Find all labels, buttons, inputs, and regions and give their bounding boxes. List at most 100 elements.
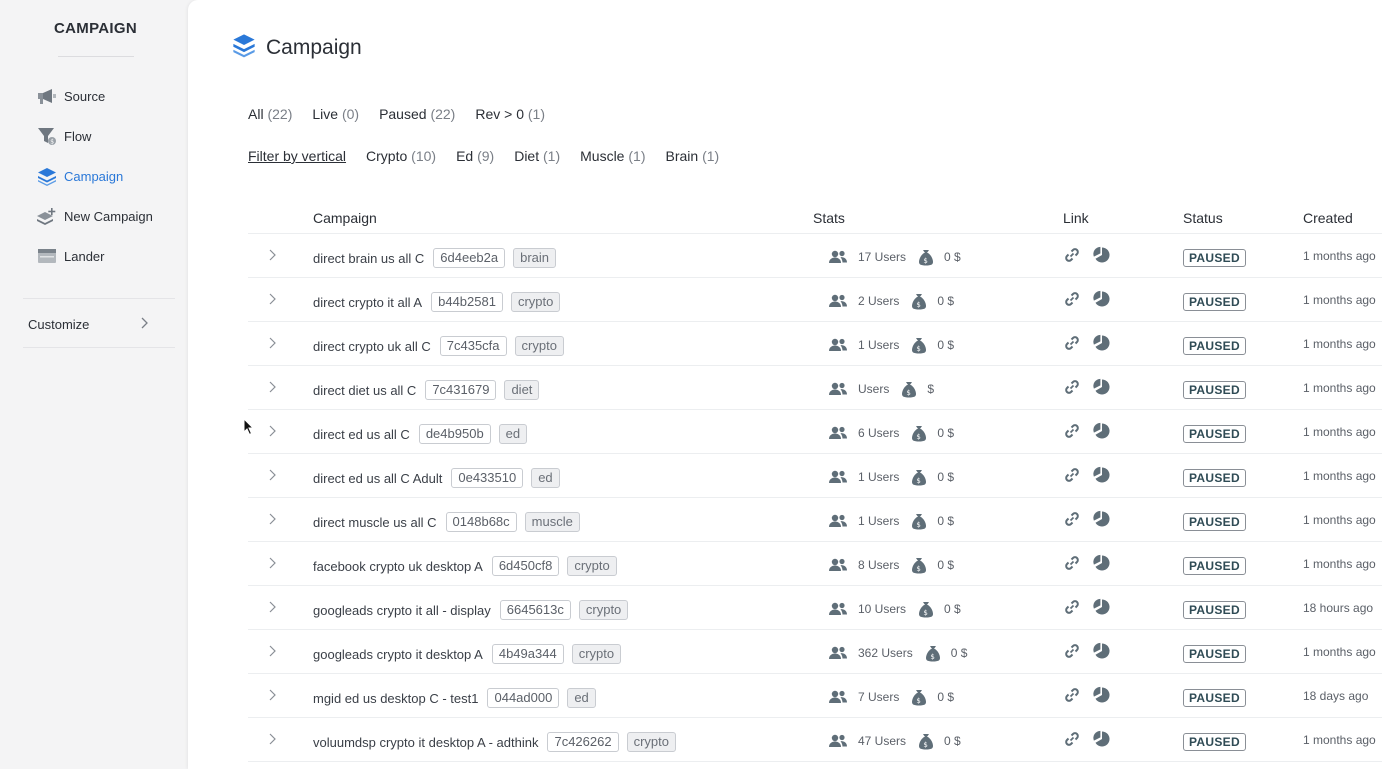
pie-chart-icon[interactable] xyxy=(1093,466,1111,484)
table-row[interactable]: googleads crypto it desktop A 4b49a344 cry… xyxy=(248,630,1382,674)
column-header-stats[interactable]: Stats xyxy=(813,210,845,226)
pie-chart-icon[interactable] xyxy=(1093,554,1111,572)
sidebar-item-lander[interactable]: Lander xyxy=(37,244,104,268)
link-icon[interactable] xyxy=(1063,246,1081,264)
campaign-name[interactable]: mgid ed us desktop C - test1 xyxy=(313,691,478,706)
table-row[interactable]: direct ed us all C Adult 0e433510 ed 1 User… xyxy=(248,454,1382,498)
pie-chart-icon[interactable] xyxy=(1093,378,1111,396)
layers-icon xyxy=(232,32,256,63)
pie-chart-icon[interactable] xyxy=(1093,422,1111,440)
pie-chart-icon[interactable] xyxy=(1093,642,1111,660)
pie-chart-icon[interactable] xyxy=(1093,598,1111,616)
filter-ed[interactable]: Ed (9) xyxy=(456,148,494,164)
users-icon xyxy=(828,382,848,396)
chevron-right-icon[interactable] xyxy=(266,688,278,702)
link-icon[interactable] xyxy=(1063,598,1081,616)
pie-chart-icon[interactable] xyxy=(1093,290,1111,308)
campaign-name[interactable]: direct muscle us all C xyxy=(313,515,437,530)
chevron-right-icon[interactable] xyxy=(266,644,278,658)
chevron-right-icon[interactable] xyxy=(266,380,278,394)
campaign-name[interactable]: direct brain us all C xyxy=(313,251,424,266)
pie-chart-icon[interactable] xyxy=(1093,334,1111,352)
filter-diet[interactable]: Diet (1) xyxy=(514,148,560,164)
sidebar-item-flow[interactable]: $ Flow xyxy=(37,124,91,148)
campaign-name[interactable]: direct ed us all C xyxy=(313,427,410,442)
link-icon[interactable] xyxy=(1063,554,1081,572)
table-row[interactable]: direct crypto uk all C 7c435cfa crypto 1 Us… xyxy=(248,322,1382,366)
table-row[interactable]: direct ed us all C de4b950b ed 6 Users $0 $ P… xyxy=(248,410,1382,454)
stats-cell: 1 Users $0 $ xyxy=(828,468,966,486)
chevron-right-icon[interactable] xyxy=(266,292,278,306)
table-row[interactable]: direct diet us all C 7c431679 diet Users $ $ P… xyxy=(248,366,1382,410)
sidebar-divider xyxy=(23,347,175,348)
column-header-status[interactable]: Status xyxy=(1183,210,1223,226)
sidebar-item-label: New Campaign xyxy=(64,208,153,224)
revenue-value: 0 $ xyxy=(944,250,961,264)
campaign-name[interactable]: googleads crypto it desktop A xyxy=(313,647,483,662)
table-row[interactable]: mgid ed us desktop C - test1 044ad000 ed 7 … xyxy=(248,674,1382,718)
filter-count: (1) xyxy=(543,148,561,164)
window-icon xyxy=(37,246,57,266)
filter-label: Ed xyxy=(456,148,474,164)
users-icon xyxy=(828,338,848,352)
pie-chart-icon[interactable] xyxy=(1093,510,1111,528)
column-header-campaign[interactable]: Campaign xyxy=(313,210,377,226)
link-icon[interactable] xyxy=(1063,686,1081,704)
pie-chart-icon[interactable] xyxy=(1093,730,1111,748)
stats-cell: 10 Users $0 $ xyxy=(828,600,973,618)
pie-chart-icon[interactable] xyxy=(1093,246,1111,264)
link-icon[interactable] xyxy=(1063,466,1081,484)
revenue-value: 0 $ xyxy=(944,602,961,616)
column-header-created[interactable]: Created xyxy=(1303,210,1353,226)
status-badge: PAUSED xyxy=(1183,469,1246,487)
tab-rev[interactable]: Rev > 0 (1) xyxy=(475,106,545,122)
campaign-name[interactable]: voluumdsp crypto it desktop A - adthink xyxy=(313,735,538,750)
chevron-right-icon[interactable] xyxy=(266,336,278,350)
chevron-right-icon[interactable] xyxy=(266,556,278,570)
chevron-right-icon[interactable] xyxy=(266,424,278,438)
link-icon[interactable] xyxy=(1063,422,1081,440)
chevron-right-icon[interactable] xyxy=(266,468,278,482)
column-header-link[interactable]: Link xyxy=(1063,210,1089,226)
filter-crypto[interactable]: Crypto (10) xyxy=(366,148,436,164)
link-icon[interactable] xyxy=(1063,642,1081,660)
campaign-name[interactable]: direct ed us all C Adult xyxy=(313,471,442,486)
campaign-hash: 7c431679 xyxy=(425,380,497,400)
campaign-hash: 7c435cfa xyxy=(439,336,507,356)
tab-live[interactable]: Live (0) xyxy=(312,106,359,122)
link-icon[interactable] xyxy=(1063,378,1081,396)
chevron-right-icon[interactable] xyxy=(266,732,278,746)
tab-label: All xyxy=(248,106,264,122)
chevron-right-icon[interactable] xyxy=(266,512,278,526)
sidebar-item-campaign[interactable]: Campaign xyxy=(37,164,123,188)
sidebar-item-new-campaign[interactable]: New Campaign xyxy=(37,204,153,228)
chevron-right-icon[interactable] xyxy=(266,248,278,262)
pie-chart-icon[interactable] xyxy=(1093,686,1111,704)
tab-all[interactable]: All (22) xyxy=(248,106,292,122)
campaign-name[interactable]: direct diet us all C xyxy=(313,383,416,398)
table-row[interactable]: googleads crypto it all - display 6645613… xyxy=(248,586,1382,630)
sidebar-item-source[interactable]: Source xyxy=(37,84,105,108)
table-row[interactable]: direct brain us all C 6d4eeb2a brain 17 Use… xyxy=(248,234,1382,278)
campaign-name[interactable]: direct crypto uk all C xyxy=(313,339,431,354)
table-row[interactable]: direct crypto it all A b44b2581 crypto 2 Us… xyxy=(248,278,1382,322)
table-row[interactable]: direct muscle us all C 0148b68c muscle 1 Us… xyxy=(248,498,1382,542)
filter-brain[interactable]: Brain (1) xyxy=(666,148,720,164)
table-row[interactable]: voluumdsp crypto it desktop A - adthink 7… xyxy=(248,718,1382,762)
link-icon[interactable] xyxy=(1063,510,1081,528)
link-icon[interactable] xyxy=(1063,290,1081,308)
customize-menu[interactable]: Customize xyxy=(28,314,148,334)
table-row[interactable]: facebook crypto uk desktop A 6d450cf8 cryp… xyxy=(248,542,1382,586)
campaign-name[interactable]: googleads crypto it all - display xyxy=(313,603,491,618)
app-root: CAMPAIGN Source $ Flow Campaign New Camp… xyxy=(0,0,1382,769)
tab-paused[interactable]: Paused (22) xyxy=(379,106,455,122)
campaign-name[interactable]: direct crypto it all A xyxy=(313,295,422,310)
stats-cell: 17 Users $0 $ xyxy=(828,248,973,266)
status-badge: PAUSED xyxy=(1183,425,1246,443)
link-icon[interactable] xyxy=(1063,730,1081,748)
filter-by-vertical-link[interactable]: Filter by vertical xyxy=(248,148,346,164)
chevron-right-icon[interactable] xyxy=(266,600,278,614)
filter-muscle[interactable]: Muscle (1) xyxy=(580,148,645,164)
link-icon[interactable] xyxy=(1063,334,1081,352)
campaign-name[interactable]: facebook crypto uk desktop A xyxy=(313,559,483,574)
